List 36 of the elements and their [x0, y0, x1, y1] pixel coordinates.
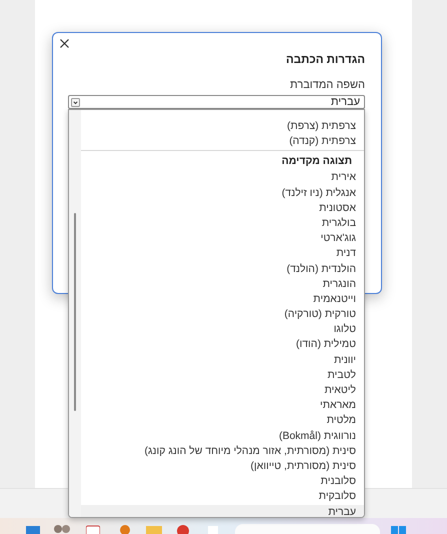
- list-option[interactable]: הולנדית (הולנד): [81, 262, 364, 277]
- list-option[interactable]: סינית (מסורתית, טייוואן): [81, 458, 364, 474]
- list-option[interactable]: נורווגית (Bokmål): [81, 428, 364, 444]
- scrollbar-thumb[interactable]: [74, 213, 76, 411]
- window-icon[interactable]: [26, 524, 40, 534]
- list-option[interactable]: צרפתית (קנדה): [81, 134, 364, 150]
- windows-icon[interactable]: [391, 524, 407, 534]
- list-option[interactable]: אירית: [81, 170, 364, 186]
- list-option[interactable]: טמילית (הודו): [81, 337, 364, 353]
- list-option[interactable]: וייטנאמית: [81, 292, 364, 308]
- list-option[interactable]: עברית: [81, 504, 364, 517]
- list-option[interactable]: ליטאית: [81, 383, 364, 398]
- chevron-down-icon[interactable]: [71, 98, 80, 106]
- field-label: השפה המדוברת: [290, 79, 365, 91]
- list-option[interactable]: אסטונית: [81, 200, 364, 216]
- list-option[interactable]: אנגלית (ניו זילנד): [81, 186, 364, 201]
- list-option[interactable]: סינית (מסורתית, אזור מנהלי מיוחד של הונג קונג): [81, 444, 364, 459]
- dialog-title: הגדרות הכתבה: [286, 54, 365, 66]
- list-option[interactable]: צרפתית (צרפת): [81, 119, 364, 134]
- list-option[interactable]: סלובקית: [81, 489, 364, 504]
- list-option[interactable]: דנית: [81, 246, 364, 262]
- list-option[interactable]: הונגרית: [81, 276, 364, 292]
- language-select[interactable]: עברית: [68, 95, 365, 109]
- list-option[interactable]: טלוגו: [81, 322, 364, 338]
- list-option[interactable]: יוונית: [81, 352, 364, 368]
- list-option[interactable]: לטבית: [81, 368, 364, 383]
- search-field[interactable]: [235, 524, 380, 534]
- people-icon[interactable]: [54, 524, 70, 534]
- close-icon[interactable]: [60, 39, 69, 48]
- list-option[interactable]: מלטית: [81, 413, 364, 429]
- list-option[interactable]: גוג'ארטי: [81, 231, 364, 246]
- list-option[interactable]: בולגרית: [81, 216, 364, 232]
- list-option[interactable]: מאראתי: [81, 398, 364, 414]
- list-option[interactable]: טורקית (טורקיה): [81, 307, 364, 322]
- group-heading: תצוגה מקדימה: [280, 154, 353, 170]
- list-option[interactable]: סלובנית: [81, 474, 364, 490]
